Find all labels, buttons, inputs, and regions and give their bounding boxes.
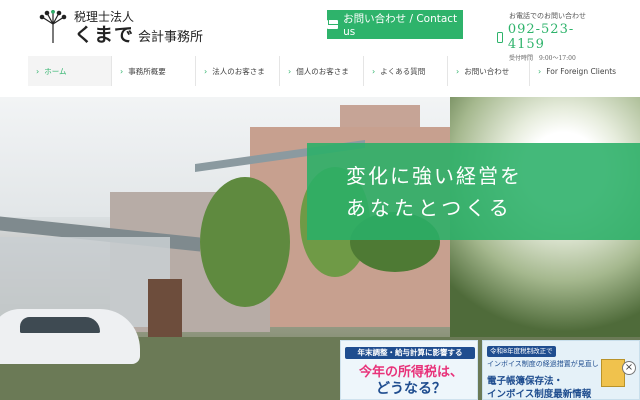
banner-tag: 令和8年度税制改正で — [487, 346, 556, 357]
nav-item-corporate[interactable]: › 法人のお客さま — [196, 56, 280, 86]
contact-button-label: お問い合わせ / Contact us — [343, 13, 458, 38]
logo-name: くまで — [74, 24, 135, 46]
chevron-right-icon: › — [204, 66, 208, 76]
income-tax-banner[interactable]: 年末調整・給与計算に影響する 今年の所得税は、 どうなる？ — [340, 340, 478, 400]
nav-item-contact[interactable]: › お問い合わせ — [448, 56, 530, 86]
chevron-right-icon: › — [372, 66, 376, 76]
contact-button[interactable]: お問い合わせ / Contact us — [327, 10, 463, 39]
chevron-right-icon: › — [36, 66, 40, 76]
close-icon[interactable]: × — [622, 361, 636, 375]
phone-contact: お電話でのお問い合わせ 092-523-4159 受付時間 9:00～17:00 — [497, 11, 607, 62]
invoice-system-banner[interactable]: 令和8年度税制改正で インボイス制度の経過措置が見直し 電子帳簿保存法・ インボ… — [482, 340, 640, 400]
hero-headline-2: あなたとつくる — [346, 196, 513, 220]
logo-office: 会計事務所 — [138, 30, 204, 45]
nav-item-label: 事務所概要 — [128, 66, 166, 76]
nav-item-individual[interactable]: › 個人のお客さま — [280, 56, 364, 86]
nav-item-label: お問い合わせ — [464, 66, 510, 76]
banner-tagline: 年末調整・給与計算に影響する — [345, 347, 475, 359]
chevron-right-icon: › — [456, 66, 460, 76]
phone-number[interactable]: 092-523-4159 — [508, 22, 607, 52]
nav-item-label: 法人のお客さま — [212, 66, 265, 76]
site-header: 税理士法人 くまで 会計事務所 お問い合わせ / Contact us お電話で… — [0, 0, 640, 62]
mail-icon — [327, 20, 339, 29]
banner-subheading: どうなる？ — [376, 381, 446, 397]
garage-door — [148, 279, 182, 339]
chevron-right-icon: › — [538, 66, 542, 76]
chevron-right-icon: › — [120, 66, 124, 76]
banner-heading: 電子帳簿保存法・ — [487, 376, 564, 387]
tree — [200, 177, 290, 307]
nav-item-label: よくある質問 — [380, 66, 426, 76]
nav-item-label: 個人のお客さま — [296, 66, 349, 76]
chevron-right-icon: › — [288, 66, 292, 76]
kumade-rake-icon — [39, 10, 67, 43]
hero-headline-1: 変化に強い経営を — [346, 164, 522, 188]
logo[interactable]: 税理士法人 くまで 会計事務所 — [38, 10, 203, 45]
document-icon — [601, 359, 625, 387]
smartphone-icon — [497, 31, 503, 43]
nav-item-label: ホーム — [44, 66, 67, 76]
nav-item-foreign-clients[interactable]: › For Foreign Clients — [530, 56, 640, 86]
nav-item-home[interactable]: › ホーム — [28, 56, 112, 86]
main-nav: › ホーム › 事務所概要 › 法人のお客さま › 個人のお客さま › よくある… — [28, 56, 640, 86]
nav-item-label: For Foreign Clients — [546, 66, 617, 76]
nav-item-about[interactable]: › 事務所概要 — [112, 56, 196, 86]
banner-line: インボイス制度の経過措置が見直し — [487, 360, 599, 368]
nav-item-faq[interactable]: › よくある質問 — [364, 56, 448, 86]
phone-caption: お電話でのお問い合わせ — [509, 12, 586, 20]
car-window — [20, 317, 100, 333]
banner-heading: インボイス制度最新情報 — [487, 389, 592, 400]
logo-subtitle: 税理士法人 — [74, 10, 135, 24]
